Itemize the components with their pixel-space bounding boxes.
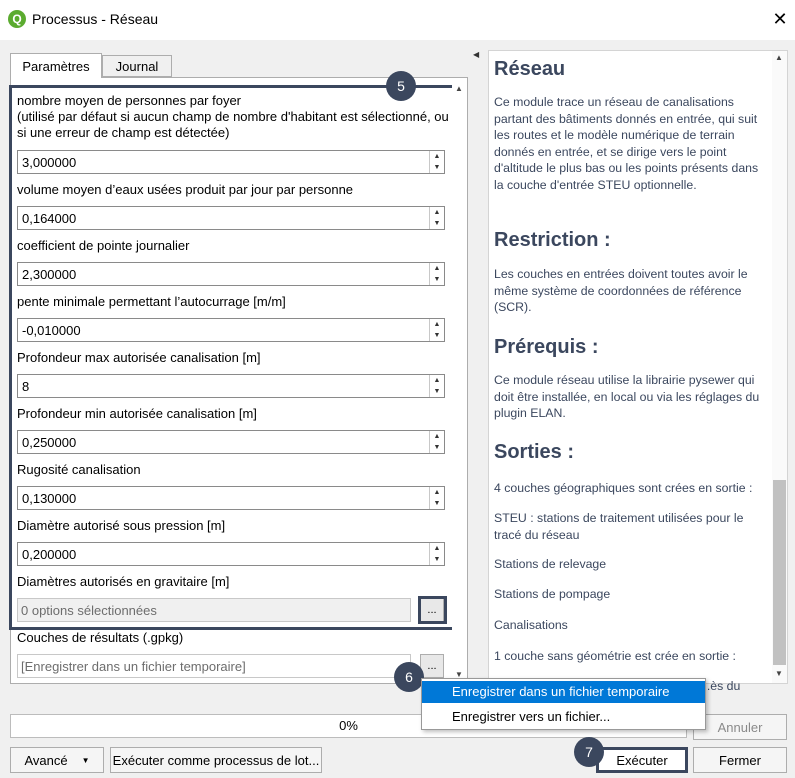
advanced-button[interactable]: Avancé ▼ <box>10 747 104 773</box>
parameters-scrollbar[interactable]: ▲ ▼ <box>452 84 466 682</box>
help-text: Ce module réseau utilise la librairie py… <box>494 373 760 420</box>
help-heading: Réseau <box>494 58 566 80</box>
help-text: STEU : stations de traitement utilisées … <box>494 511 744 542</box>
progress-text: 0% <box>339 718 358 733</box>
run-button[interactable]: Exécuter <box>596 747 688 773</box>
help-text: 4 couches géographiques sont crées en so… <box>494 481 753 495</box>
help-text: Canalisations <box>494 618 568 632</box>
scroll-down-icon[interactable]: ▼ <box>772 669 786 681</box>
cancel-button[interactable]: Annuler <box>693 714 787 740</box>
tab-parametres[interactable]: Paramètres <box>10 53 102 78</box>
scroll-up-icon[interactable]: ▲ <box>772 53 786 65</box>
batch-process-button[interactable]: Exécuter comme processus de lot... <box>110 747 322 773</box>
help-text: Les couches en entrées doivent toutes av… <box>494 267 748 314</box>
scroll-up-icon[interactable]: ▲ <box>452 84 466 96</box>
help-text: Stations de relevage <box>494 557 607 571</box>
window-title: Processus - Réseau <box>32 11 159 27</box>
help-heading: Sorties : <box>494 441 575 463</box>
output-path-field[interactable]: [Enregistrer dans un fichier temporaire] <box>17 654 411 678</box>
help-text: ...ès du <box>700 679 741 693</box>
help-text: Ce module trace un réseau de canalisatio… <box>494 95 759 192</box>
help-heading: Restriction : <box>494 229 611 251</box>
help-text: 1 couche sans géométrie est crée en sort… <box>494 649 736 663</box>
menu-item-save-to-file[interactable]: Enregistrer vers un fichier... <box>422 706 705 728</box>
tab-journal[interactable]: Journal <box>102 55 172 77</box>
advanced-label: Avancé <box>24 752 68 768</box>
help-heading: Prérequis : <box>494 336 599 358</box>
close-window-button[interactable]: ✕ <box>770 9 790 29</box>
help-scroll-thumb[interactable] <box>773 480 786 665</box>
step-badge: 5 <box>386 71 416 101</box>
dropdown-arrow-icon: ▼ <box>81 755 90 765</box>
help-text: Stations de pompage <box>494 587 611 601</box>
step-badge: 7 <box>574 737 604 767</box>
collapse-panel-icon[interactable]: ◀ <box>473 50 479 59</box>
qgis-logo-icon: Q <box>8 10 26 28</box>
step-badge: 6 <box>394 662 424 692</box>
param-label: Couches de résultats (.gpkg) <box>17 630 184 645</box>
callout-highlight <box>9 85 455 630</box>
menu-item-temp-file[interactable]: Enregistrer dans un fichier temporaire <box>422 681 705 703</box>
output-options-menu: Enregistrer dans un fichier temporaire E… <box>421 678 706 730</box>
close-button[interactable]: Fermer <box>693 747 787 773</box>
